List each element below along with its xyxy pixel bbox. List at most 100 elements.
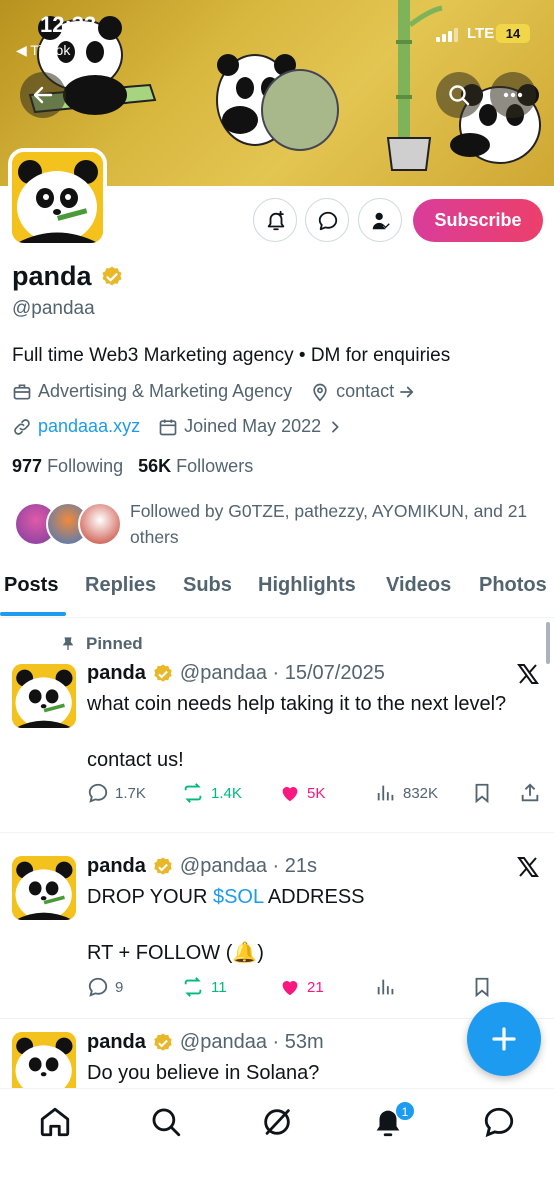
- followers-count: 56K: [138, 456, 172, 476]
- post-actions: 9 11 21: [87, 976, 547, 1002]
- follow-stats: 977 Following 56K Followers: [12, 456, 253, 477]
- website-link[interactable]: pandaaa.xyz: [38, 416, 140, 437]
- search-button[interactable]: [436, 72, 482, 118]
- like-count: 5K: [307, 784, 326, 802]
- reply-action[interactable]: 1.7K: [87, 782, 146, 804]
- link-icon: [14, 418, 30, 435]
- post-text-line: what coin needs help taking it to the ne…: [87, 693, 507, 715]
- messages-icon[interactable]: [482, 1105, 516, 1139]
- like-action[interactable]: 5K: [279, 782, 325, 804]
- post-handle-time: @pandaa · 53m: [179, 1031, 324, 1053]
- post-avatar[interactable]: [12, 856, 76, 920]
- signal-icon: [436, 28, 462, 42]
- post-author-name[interactable]: panda: [87, 1031, 146, 1054]
- verified-badge-icon: [154, 856, 172, 875]
- home-icon[interactable]: [38, 1105, 72, 1139]
- profile-meta-row-2: pandaaa.xyz Joined May 2022: [12, 416, 343, 437]
- post-text-line: Do you believe in Solana?: [87, 1062, 320, 1084]
- search-icon[interactable]: [149, 1105, 183, 1139]
- grok-icon[interactable]: [260, 1105, 294, 1139]
- post-text-line: DROP YOUR $SOL ADDRESS: [87, 883, 365, 911]
- post-author-name[interactable]: panda: [87, 662, 146, 685]
- followed-by-text[interactable]: Followed by G0TZE, pathezzy, AYOMIKUN, a…: [130, 498, 540, 550]
- notify-button[interactable]: [253, 198, 297, 242]
- bookmark-icon[interactable]: [471, 782, 493, 804]
- following-label: Following: [47, 456, 124, 476]
- bookmark-icon[interactable]: [471, 976, 493, 998]
- repost-action[interactable]: 11: [181, 976, 227, 998]
- verified-badge-icon[interactable]: [100, 265, 124, 289]
- panda-avatar-image: [12, 1032, 76, 1096]
- subscribe-button[interactable]: Subscribe: [413, 199, 543, 242]
- verified-badge-icon: [154, 663, 172, 682]
- post-text-line: contact us!: [87, 749, 184, 771]
- bell-plus-icon: [267, 210, 285, 231]
- joined-date: Joined May 2022: [184, 416, 322, 436]
- post-text-segment: DROP YOUR: [87, 886, 213, 908]
- compose-post-button[interactable]: [467, 1002, 541, 1076]
- more-options-button[interactable]: [490, 72, 536, 118]
- views-chart-icon: [377, 785, 394, 801]
- views-action[interactable]: [375, 976, 397, 998]
- share-icon[interactable]: [519, 782, 541, 804]
- message-button[interactable]: [305, 198, 349, 242]
- tab-subs[interactable]: Subs: [183, 574, 232, 597]
- following-stat[interactable]: 977 Following: [12, 456, 123, 476]
- more-horizontal-icon: [503, 92, 523, 98]
- post-author-name[interactable]: panda: [87, 855, 146, 878]
- post-text-segment: ADDRESS: [263, 886, 365, 908]
- tab-replies[interactable]: Replies: [85, 574, 156, 597]
- followers-label: Followers: [176, 456, 254, 476]
- back-to-app-link[interactable]: ◀ TikTok: [16, 42, 70, 59]
- post-handle-time: @pandaa · 21s: [179, 855, 317, 877]
- chevron-right-icon[interactable]: [327, 419, 343, 435]
- following-status-button[interactable]: [358, 198, 402, 242]
- reply-action[interactable]: 9: [87, 976, 123, 998]
- contact-link[interactable]: contact: [336, 381, 394, 402]
- plus-icon: [492, 1027, 516, 1051]
- cashtag-link[interactable]: $SOL: [213, 886, 263, 908]
- post-avatar[interactable]: [12, 664, 76, 728]
- back-button[interactable]: [20, 72, 66, 118]
- profile-tabs: Posts Replies Subs Highlights Videos Pho…: [0, 570, 554, 618]
- tab-videos[interactable]: Videos: [386, 574, 451, 597]
- pinned-label: Pinned: [60, 634, 143, 654]
- notifications-badge: 1: [395, 1101, 415, 1121]
- repost-count: 1.4K: [211, 784, 242, 802]
- profile-handle: @pandaa: [12, 298, 95, 319]
- profile-category: Advertising & Marketing Agency: [38, 381, 293, 401]
- scrollbar[interactable]: [546, 622, 550, 664]
- tab-posts[interactable]: Posts: [4, 574, 58, 597]
- view-count: 832K: [403, 784, 439, 802]
- arrow-right-icon: [400, 386, 414, 397]
- profile-name: panda: [12, 261, 92, 291]
- tab-highlights[interactable]: Highlights: [258, 574, 356, 597]
- heart-filled-icon: [282, 787, 298, 802]
- post-divider: [0, 1018, 554, 1019]
- post-text-line: RT + FOLLOW (🔔): [87, 942, 264, 964]
- followers-stat[interactable]: 56K Followers: [138, 456, 253, 476]
- following-count: 977: [12, 456, 43, 476]
- post-divider: [0, 832, 554, 833]
- tab-photos[interactable]: Photos: [479, 574, 547, 597]
- battery-icon: 14: [496, 24, 530, 43]
- views-action[interactable]: 832K: [375, 782, 438, 804]
- profile-bio: Full time Web3 Marketing agency • DM for…: [12, 345, 451, 366]
- repost-action[interactable]: 1.4K: [181, 782, 242, 804]
- verified-badge-icon: [154, 1032, 172, 1051]
- post-header: panda @pandaa · 15/07/2025: [87, 662, 385, 685]
- profile-avatar[interactable]: [8, 148, 107, 247]
- briefcase-icon: [13, 384, 31, 399]
- person-check-icon: [372, 212, 390, 230]
- like-action[interactable]: 21: [279, 976, 324, 998]
- x-logo-icon: [517, 664, 539, 684]
- follower-avatar[interactable]: [78, 502, 122, 546]
- status-bar: 12:33 ◀ TikTok LTE 14: [0, 0, 554, 58]
- reply-icon: [88, 783, 108, 803]
- pinned-text: Pinned: [86, 634, 143, 653]
- views-chart-icon: [377, 979, 394, 995]
- post-avatar[interactable]: [12, 1032, 76, 1096]
- clock: 12:33: [40, 12, 97, 37]
- repost-icon: [184, 977, 202, 997]
- calendar-icon: [159, 419, 177, 435]
